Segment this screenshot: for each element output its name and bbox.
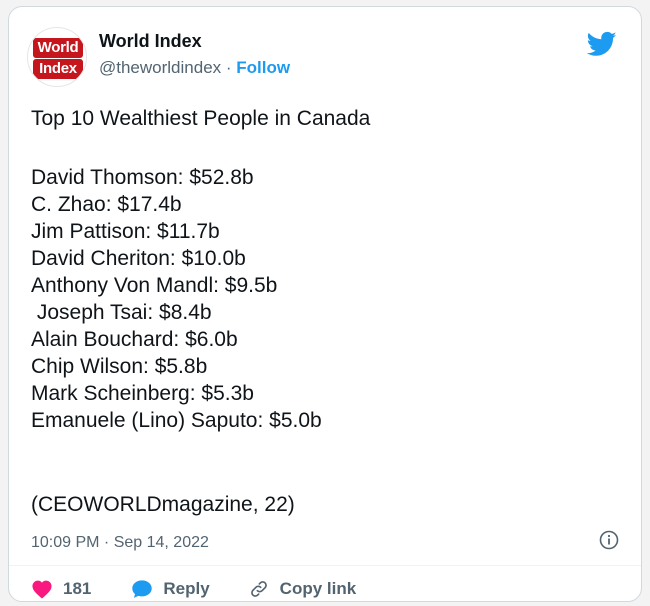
list-item: C. Zhao: $17.4b <box>31 193 182 216</box>
avatar[interactable]: World Index <box>27 27 87 87</box>
heart-icon <box>32 580 52 599</box>
list-item: Anthony Von Mandl: $9.5b <box>31 274 278 297</box>
handle-separator: · <box>221 58 237 77</box>
list-item: Joseph Tsai: $8.4b <box>31 301 212 324</box>
tweet-card: World Index World Index @theworldindex ·… <box>8 6 642 602</box>
handle-line: @theworldindex · Follow <box>99 58 290 78</box>
tweet-source: (CEOWORLDmagazine, 22) <box>31 493 295 516</box>
like-count: 181 <box>63 579 92 598</box>
reply-label: Reply <box>163 579 210 598</box>
follow-button[interactable]: Follow <box>236 58 290 77</box>
tweet-timestamp[interactable]: 10:09 PM · Sep 14, 2022 <box>31 534 209 552</box>
link-icon <box>250 581 267 597</box>
wealth-list: David Thomson: $52.8b C. Zhao: $17.4b Ji… <box>31 164 322 434</box>
like-button[interactable]: 181 <box>31 579 91 599</box>
list-item: Mark Scheinberg: $5.3b <box>31 382 254 405</box>
reply-bubble-icon <box>132 580 153 598</box>
divider <box>9 565 641 566</box>
list-item: David Cheriton: $10.0b <box>31 247 246 270</box>
twitter-bird-icon[interactable] <box>585 29 619 59</box>
list-item: David Thomson: $52.8b <box>31 166 254 189</box>
list-item: Alain Bouchard: $6.0b <box>31 328 238 351</box>
account-handle[interactable]: @theworldindex <box>99 58 221 77</box>
list-item: Emanuele (Lino) Saputo: $5.0b <box>31 409 322 432</box>
list-item: Chip Wilson: $5.8b <box>31 355 208 378</box>
avatar-logo-top: World <box>33 38 83 58</box>
action-bar: 181 Reply Copy link <box>31 579 356 599</box>
reply-button[interactable]: Reply <box>131 579 210 599</box>
info-icon[interactable] <box>599 530 619 550</box>
list-item: Jim Pattison: $11.7b <box>31 220 220 243</box>
avatar-logo-bottom: Index <box>33 59 83 79</box>
copy-link-button[interactable]: Copy link <box>248 579 357 599</box>
copy-link-label: Copy link <box>279 579 357 598</box>
account-name[interactable]: World Index <box>99 31 202 52</box>
tweet-title: Top 10 Wealthiest People in Canada <box>31 107 371 130</box>
